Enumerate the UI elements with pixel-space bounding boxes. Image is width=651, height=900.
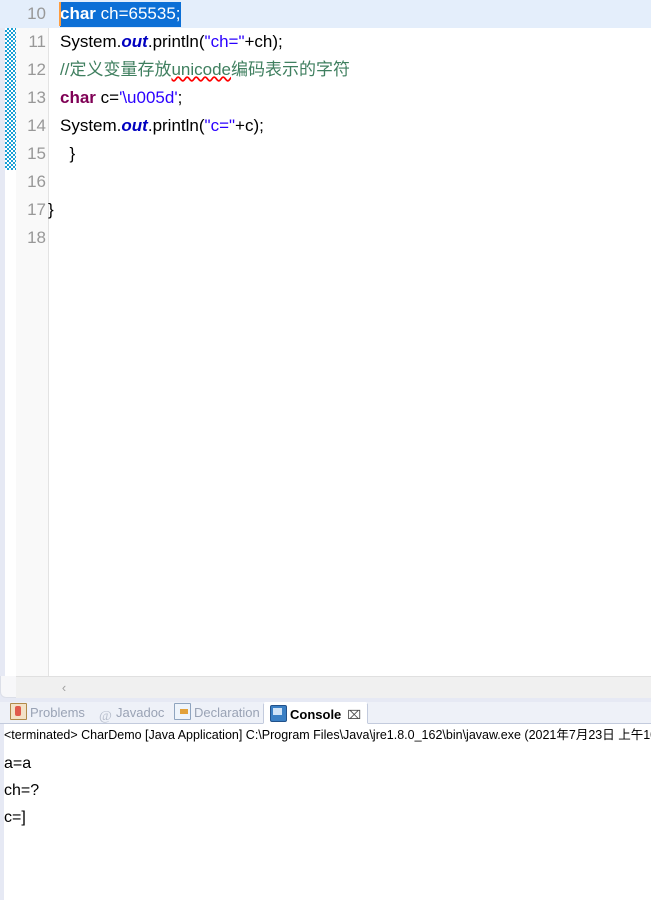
tab-label: Declaration <box>194 705 260 720</box>
line-number: 11 <box>28 32 46 51</box>
code-token: out <box>121 116 148 135</box>
code-token: char <box>60 88 96 107</box>
line-number: 12 <box>27 60 46 79</box>
tab-label: Problems <box>30 705 85 720</box>
tab-label: Javadoc <box>116 705 165 720</box>
bottom-view-stack: Problems @ Javadoc Declaration Console ⌧ <ter… <box>0 702 651 900</box>
selected-text[interactable]: char ch=65535; <box>60 2 181 27</box>
line-number: 10 <box>27 4 46 23</box>
scroll-left-chevron-icon[interactable]: ‹ <box>56 680 72 696</box>
problems-icon <box>10 703 27 720</box>
line-number: 17 <box>27 200 46 219</box>
tab-javadoc[interactable]: @ Javadoc <box>92 702 170 724</box>
code-line-text[interactable]: } <box>48 196 54 224</box>
code-token: c= <box>95 88 120 107</box>
console-icon <box>270 705 287 722</box>
tab-problems[interactable]: Problems <box>4 702 91 724</box>
console-output-line: c=] <box>4 809 26 826</box>
tab-console[interactable]: Console ⌧ <box>263 702 369 726</box>
line-number: 16 <box>27 172 46 191</box>
editor-corner <box>0 676 16 698</box>
line-number: 14 <box>27 116 46 135</box>
code-line-text[interactable]: System.out.println("ch="+ch); <box>60 28 283 56</box>
code-token: ; <box>177 88 183 107</box>
code-line[interactable]: 18 <box>0 224 651 252</box>
code-token: } <box>48 200 54 219</box>
code-token: out <box>121 32 148 51</box>
code-line-text[interactable]: char c='\u005d'; <box>60 84 182 112</box>
code-line[interactable]: 14 System.out.println("c="+c); <box>0 112 651 140</box>
code-editor[interactable]: 10 char ch=65535; 11 System.out.println("ch… <box>0 0 651 702</box>
code-line[interactable]: 11 System.out.println("ch="+ch); <box>0 28 651 56</box>
console-status-line: <terminated> CharDemo [Java Application]… <box>4 728 651 742</box>
code-token: .println( <box>147 32 205 51</box>
code-line[interactable]: 17} <box>0 196 651 224</box>
code-line-text[interactable]: //定义变量存放unicode编码表示的字符 <box>60 56 350 84</box>
code-token: .println( <box>147 116 205 135</box>
code-token: "ch=" <box>204 32 245 51</box>
console-output-line: ch=? <box>4 782 40 799</box>
javadoc-at-icon: @ <box>99 709 112 724</box>
code-line[interactable]: 15 } <box>0 140 651 168</box>
code-token: ch=65535; <box>95 4 181 23</box>
code-token: //定义变量存放 <box>60 60 172 79</box>
code-line[interactable]: 13 char c='\u005d'; <box>0 84 651 112</box>
code-token: char <box>60 4 96 23</box>
code-token: 编码表示的字符 <box>231 60 351 79</box>
code-token: "c=" <box>204 116 236 135</box>
code-token: System. <box>60 32 122 51</box>
view-tab-bar[interactable]: Problems @ Javadoc Declaration Console ⌧ <box>0 702 651 724</box>
code-token: '\u005d' <box>119 88 178 107</box>
code-token: System. <box>60 116 122 135</box>
tab-label: Console <box>290 707 342 722</box>
code-line-list[interactable]: 10 char ch=65535; 11 System.out.println("ch… <box>0 0 651 252</box>
console-output[interactable]: a=a ch=? c=] <box>4 750 651 831</box>
console-output-line: a=a <box>4 755 32 772</box>
code-line-text[interactable]: } <box>60 140 75 168</box>
line-number: 15 <box>27 144 46 163</box>
code-token: +c); <box>235 116 264 135</box>
line-number: 18 <box>27 228 46 247</box>
tab-declaration[interactable]: Declaration <box>168 702 266 724</box>
code-token: unicode <box>171 60 232 79</box>
code-line-text[interactable]: System.out.println("c="+c); <box>60 112 264 140</box>
text-caret <box>59 2 61 26</box>
code-line[interactable]: 12 //定义变量存放unicode编码表示的字符 <box>0 56 651 84</box>
declaration-icon <box>174 703 191 720</box>
code-line[interactable]: 16 <box>0 168 651 196</box>
code-line[interactable]: 10 char ch=65535; <box>0 0 651 28</box>
code-token: } <box>60 144 76 163</box>
close-icon[interactable]: ⌧ <box>347 704 361 726</box>
editor-horizontal-scrollbar[interactable]: ‹ <box>16 676 651 699</box>
code-line-text[interactable]: char ch=65535; <box>60 0 181 28</box>
code-token: +ch); <box>244 32 283 51</box>
line-number: 13 <box>27 88 46 107</box>
